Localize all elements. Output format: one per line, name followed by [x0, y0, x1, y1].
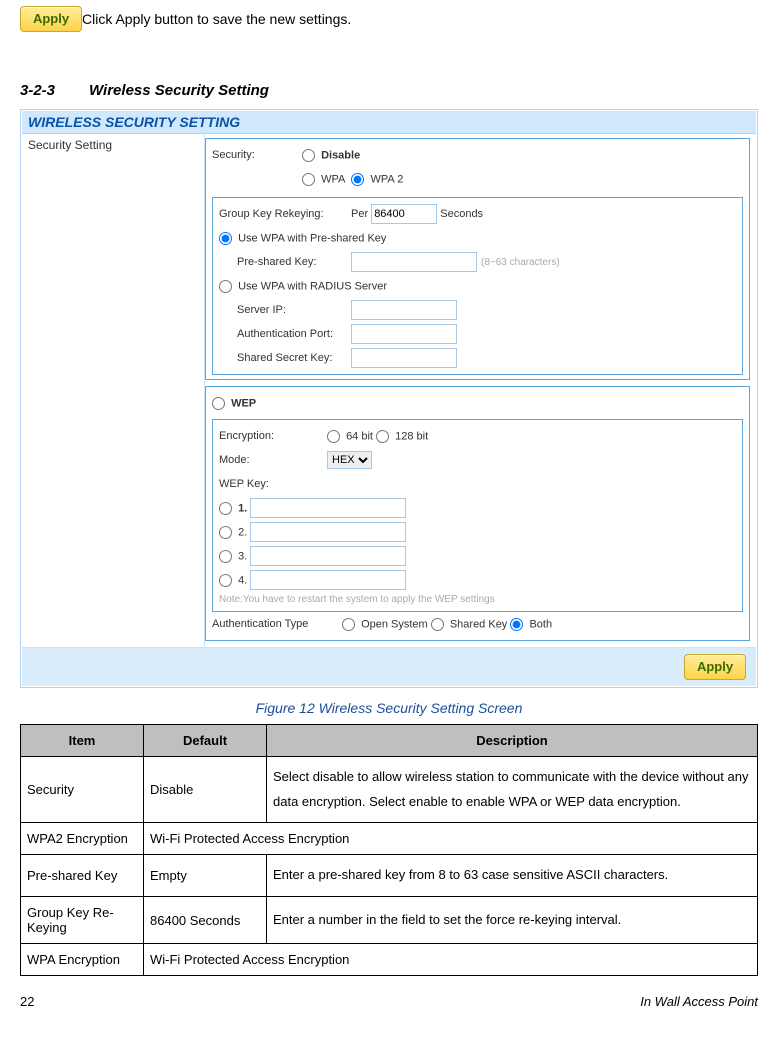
- apply-button-top[interactable]: Apply: [20, 6, 82, 32]
- psk-label: Pre-shared Key:: [237, 256, 351, 268]
- cell-default: Empty: [144, 855, 267, 897]
- k2-text: 2.: [238, 526, 247, 538]
- radio-use-psk[interactable]: Use WPA with Pre-shared Key: [219, 232, 386, 245]
- th-default: Default: [144, 725, 267, 757]
- opt-wpa2-text: WPA 2: [371, 173, 404, 185]
- authport-input[interactable]: [351, 324, 457, 344]
- radius-radio-text: Use WPA with RADIUS Server: [238, 280, 387, 292]
- auth-type-label: Authentication Type: [212, 618, 342, 630]
- table-row: Group Key Re-Keying 86400 Seconds Enter …: [21, 897, 758, 944]
- table-row: Pre-shared Key Empty Enter a pre-shared …: [21, 855, 758, 897]
- apply-help-text: Click Apply button to save the new setti…: [82, 11, 351, 27]
- radio-disable[interactable]: Disable: [302, 149, 360, 162]
- sskey-label: Shared Secret Key:: [237, 352, 351, 364]
- gkr-input[interactable]: [371, 204, 437, 224]
- gkr-label: Group Key Rekeying:: [219, 208, 351, 220]
- radio-wpa[interactable]: WPA: [302, 173, 345, 186]
- enc-64-text: 64 bit: [346, 430, 373, 442]
- section-heading: 3-2-3 Wireless Security Setting: [20, 82, 758, 99]
- radio-use-radius[interactable]: Use WPA with RADIUS Server: [219, 280, 387, 293]
- wep-label-text: WEP: [231, 397, 256, 409]
- table-row: Security Disable Select disable to allow…: [21, 757, 758, 823]
- footer-title: In Wall Access Point: [640, 994, 758, 1009]
- cell-desc: Select disable to allow wireless station…: [267, 757, 758, 823]
- wep-options-block: Encryption: 64 bit 128 bit Mode: HEX WEP…: [212, 419, 743, 612]
- wepkey-label: WEP Key:: [219, 478, 327, 490]
- cell-desc: Enter a number in the field to set the f…: [267, 897, 758, 944]
- cell-item: Security: [21, 757, 144, 823]
- radio-64bit[interactable]: 64 bit: [327, 430, 373, 443]
- serverip-label: Server IP:: [237, 304, 351, 316]
- auth-open-text: Open System: [361, 618, 428, 630]
- cell-item: WPA2 Encryption: [21, 823, 144, 855]
- th-item: Item: [21, 725, 144, 757]
- psk-radio-text: Use WPA with Pre-shared Key: [238, 232, 386, 244]
- radio-open[interactable]: Open System: [342, 618, 428, 631]
- security-panel: WIRELESS SECURITY SETTING Security Setti…: [20, 109, 758, 688]
- cell-default: 86400 Seconds: [144, 897, 267, 944]
- psk-hint: (8~63 characters): [481, 257, 560, 268]
- cell-item: Pre-shared Key: [21, 855, 144, 897]
- apply-button-panel[interactable]: Apply: [684, 654, 746, 680]
- k3-text: 3.: [238, 550, 247, 562]
- cell-desc: Wi-Fi Protected Access Encryption: [144, 944, 758, 976]
- table-row: WPA Encryption Wi-Fi Protected Access En…: [21, 944, 758, 976]
- wep-note: Note:You have to restart the system to a…: [219, 592, 736, 607]
- description-table: Item Default Description Security Disabl…: [20, 724, 758, 976]
- section-title: Wireless Security Setting: [89, 82, 269, 99]
- radio-wpa2[interactable]: WPA 2: [351, 173, 403, 186]
- mode-select[interactable]: HEX: [327, 451, 372, 469]
- k4-text: 4.: [238, 574, 247, 586]
- th-description: Description: [267, 725, 758, 757]
- security-label: Security:: [212, 149, 302, 161]
- panel-title: WIRELESS SECURITY SETTING: [22, 111, 756, 134]
- auth-both-text: Both: [529, 618, 552, 630]
- opt-wpa-text: WPA: [321, 173, 345, 185]
- auth-shared-text: Shared Key: [450, 618, 507, 630]
- radio-key1[interactable]: 1.: [219, 502, 247, 515]
- cell-item: WPA Encryption: [21, 944, 144, 976]
- figure-caption: Figure 12 Wireless Security Setting Scre…: [20, 700, 758, 716]
- gkr-prefix: Per: [351, 208, 368, 220]
- serverip-input[interactable]: [351, 300, 457, 320]
- wepkey4-input[interactable]: [250, 570, 406, 590]
- radio-shared[interactable]: Shared Key: [431, 618, 508, 631]
- sskey-input[interactable]: [351, 348, 457, 368]
- section-number: 3-2-3: [20, 82, 55, 99]
- cell-desc: Enter a pre-shared key from 8 to 63 case…: [267, 855, 758, 897]
- enc-label: Encryption:: [219, 430, 327, 442]
- radio-key2[interactable]: 2.: [219, 526, 247, 539]
- gkr-suffix: Seconds: [440, 208, 483, 220]
- radio-key4[interactable]: 4.: [219, 574, 247, 587]
- enc-128-text: 128 bit: [395, 430, 428, 442]
- panel-left-label: Security Setting: [22, 134, 205, 647]
- k1-text: 1.: [238, 502, 247, 514]
- psk-input[interactable]: [351, 252, 477, 272]
- security-mode-block: Security: Disable WPA WPA 2 Group Key Re…: [205, 138, 750, 380]
- table-row: WPA2 Encryption Wi-Fi Protected Access E…: [21, 823, 758, 855]
- cell-desc: Wi-Fi Protected Access Encryption: [144, 823, 758, 855]
- cell-default: Disable: [144, 757, 267, 823]
- page-number: 22: [20, 994, 34, 1009]
- authport-label: Authentication Port:: [237, 328, 351, 340]
- mode-label: Mode:: [219, 454, 327, 466]
- wpa-options-block: Group Key Rekeying: Per Seconds Use WPA …: [212, 197, 743, 375]
- opt-disable-text: Disable: [321, 149, 360, 161]
- wepkey2-input[interactable]: [250, 522, 406, 542]
- wep-block: WEP Encryption: 64 bit 128 bit Mode: HEX…: [205, 386, 750, 641]
- radio-both[interactable]: Both: [510, 618, 552, 631]
- cell-item: Group Key Re-Keying: [21, 897, 144, 944]
- radio-key3[interactable]: 3.: [219, 550, 247, 563]
- radio-wep[interactable]: WEP: [212, 397, 256, 410]
- wepkey3-input[interactable]: [250, 546, 406, 566]
- wepkey1-input[interactable]: [250, 498, 406, 518]
- radio-128bit[interactable]: 128 bit: [376, 430, 428, 443]
